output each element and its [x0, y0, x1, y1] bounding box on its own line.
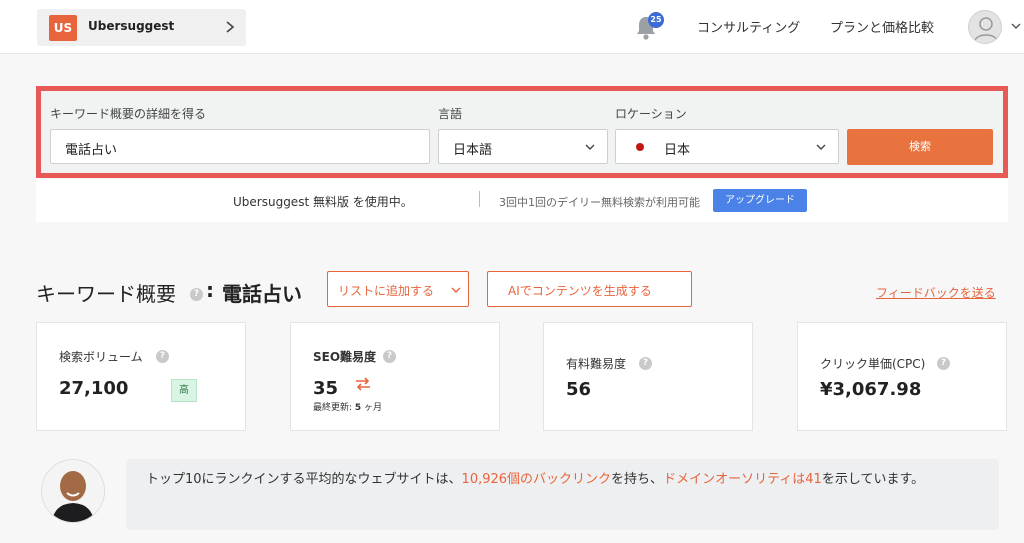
metric-card-paid-difficulty: 有料難易度 ? 56 [543, 322, 753, 431]
plan-status-text: Ubersuggest 無料版 を使用中。 [233, 195, 413, 209]
last-updated-prefix: 最終更新: [313, 403, 355, 413]
language-label: 言語 [438, 107, 463, 121]
divider [479, 191, 480, 207]
keyword-input[interactable]: 電話占い [50, 129, 430, 164]
tip-text-2: を持ち、 [611, 472, 664, 487]
add-to-list-button[interactable]: リストに追加する [327, 271, 469, 307]
user-silhouette-icon [974, 17, 998, 42]
tip-highlight-backlinks: 10,926個のバックリンク [461, 472, 612, 487]
keyword-input-value: 電話占い [65, 143, 118, 158]
title-colon: : [206, 278, 214, 302]
user-avatar-icon[interactable] [968, 10, 1002, 44]
help-icon[interactable]: ? [156, 350, 169, 363]
chevron-right-icon [226, 21, 235, 33]
last-updated-unit: ヶ月 [361, 403, 383, 413]
overview-keyword: 電話占い [222, 282, 302, 306]
metric-label: 有料難易度 [566, 357, 627, 371]
brand-name: Ubersuggest [88, 19, 175, 33]
advisor-avatar [42, 460, 104, 522]
chevron-down-icon [585, 144, 595, 150]
metric-label: クリック単価(CPC) [820, 357, 926, 371]
location-select-value: 日本 [664, 143, 691, 158]
metric-label: SEO難易度 [313, 350, 377, 364]
search-button[interactable]: 検索 [847, 129, 993, 165]
help-icon[interactable]: ? [639, 357, 652, 370]
metric-value: 56 [566, 379, 592, 400]
remaining-searches-text: 3回中1回のデイリー無料検索が利用可能 [499, 196, 700, 209]
refresh-swap-icon[interactable] [353, 374, 373, 394]
project-switcher[interactable]: US Ubersuggest [37, 9, 246, 46]
metric-value: ¥3,067.98 [820, 379, 922, 400]
japan-flag-icon [636, 143, 644, 151]
help-icon[interactable]: ? [190, 288, 203, 301]
chevron-down-icon[interactable] [1010, 20, 1022, 32]
feedback-link[interactable]: フィードバックを送る [876, 284, 996, 301]
generate-ai-content-button[interactable]: AIでコンテンツを生成する [487, 271, 692, 307]
insight-tip-text: トップ10にランクインする平均的なウェブサイトは、10,926個のバックリンクを… [146, 470, 976, 489]
metric-value: 35 [313, 378, 339, 399]
page-title: キーワード概要 [36, 282, 176, 306]
top-nav: US Ubersuggest 25 コンサルティング プランと価格比較 [0, 0, 1024, 54]
brand-logo: US [49, 15, 77, 41]
metric-label: 検索ボリューム [59, 350, 143, 364]
last-updated-text: 最終更新: 5 ヶ月 [313, 400, 382, 413]
language-select[interactable]: 日本語 [438, 129, 608, 164]
chevron-down-icon [451, 287, 461, 293]
insight-tip-box: トップ10にランクインする平均的なウェブサイトは、10,926個のバックリンクを… [126, 459, 999, 530]
help-icon[interactable]: ? [383, 350, 396, 363]
usage-bar: Ubersuggest 無料版 を使用中。 3回中1回のデイリー無料検索が利用可… [36, 179, 1008, 222]
volume-level-badge: 高 [171, 379, 197, 402]
generate-ai-content-label: AIでコンテンツを生成する [508, 284, 652, 298]
upgrade-button[interactable]: アップグレード [713, 189, 807, 212]
metric-card-seo-difficulty: SEO難易度 ? 35 最終更新: 5 ヶ月 [290, 322, 500, 431]
add-to-list-label: リストに追加する [338, 284, 435, 298]
search-panel: キーワード概要の詳細を得る 電話占い 言語 日本語 ロケーション 日本 検索 [36, 86, 1008, 178]
location-label: ロケーション [615, 107, 687, 121]
nav-consulting-link[interactable]: コンサルティング [697, 17, 800, 36]
advisor-portrait-icon [42, 460, 104, 522]
tip-highlight-domain-authority: ドメインオーソリティは41 [663, 472, 822, 487]
location-select[interactable]: 日本 [615, 129, 839, 164]
metric-card-cpc: クリック単価(CPC) ? ¥3,067.98 [797, 322, 1007, 431]
tip-text-1: トップ10にランクインする平均的なウェブサイトは、 [146, 472, 462, 487]
notification-count-badge: 25 [648, 12, 664, 28]
metric-value: 27,100 [59, 378, 129, 399]
language-select-value: 日本語 [453, 143, 493, 158]
nav-pricing-link[interactable]: プランと価格比較 [830, 17, 934, 36]
keyword-label: キーワード概要の詳細を得る [50, 107, 207, 121]
metric-card-search-volume: 検索ボリューム ? 27,100 高 [36, 322, 246, 431]
chevron-down-icon [816, 144, 826, 150]
tip-text-3: を示しています。 [821, 472, 925, 487]
help-icon[interactable]: ? [937, 357, 950, 370]
